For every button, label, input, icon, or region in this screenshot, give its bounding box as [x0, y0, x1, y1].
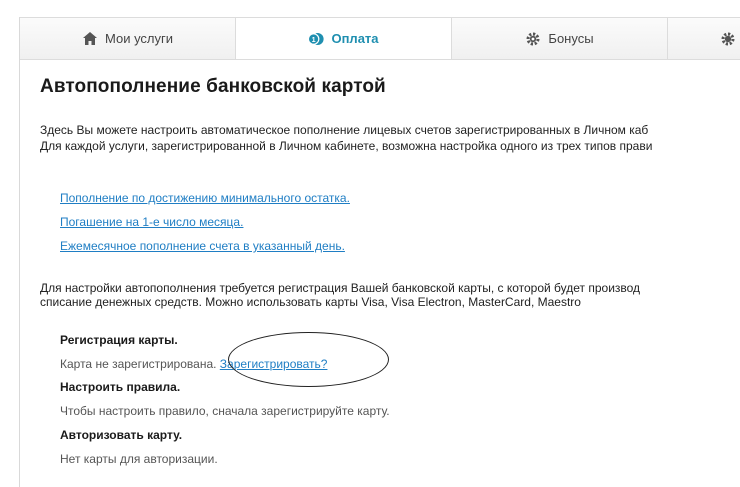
rules-text: Чтобы настроить правило, сначала зарегис…	[60, 404, 390, 418]
link-min-balance[interactable]: Пополнение по достижению минимального ос…	[60, 191, 350, 205]
authorize-text: Нет карты для авторизации.	[60, 452, 218, 466]
content-border	[19, 17, 20, 487]
intro-text-line2: Для каждой услуги, зарегистрированной в …	[40, 139, 653, 153]
gear-icon	[720, 31, 736, 47]
registration-heading: Регистрация карты.	[60, 333, 178, 347]
note-text-line2: списание денежных средств. Можно использ…	[40, 295, 581, 309]
gear-icon	[525, 31, 541, 47]
link-monthly-day[interactable]: Ежемесячное пополнение счета в указанный…	[60, 239, 345, 253]
registration-row: Карта не зарегистрирована. Зарегистриров…	[60, 357, 327, 371]
tab-label: Мои услуги	[104, 31, 174, 46]
link-first-day[interactable]: Погашение на 1-е число месяца.	[60, 215, 243, 229]
intro-text-line1: Здесь Вы можете настроить автоматическое…	[40, 123, 649, 137]
tab-my-services[interactable]: Мои услуги	[20, 18, 236, 59]
registration-status: Карта не зарегистрирована.	[60, 357, 217, 371]
tab-label: Оплата	[331, 31, 379, 46]
tab-bar: Мои услуги 1 Оплата Бонусы	[20, 17, 740, 60]
tab-label: Бонусы	[548, 31, 594, 46]
tab-bonuses[interactable]: Бонусы	[452, 18, 668, 59]
page-title: Автопополнение банковской картой	[40, 76, 386, 97]
tab-more[interactable]	[668, 18, 740, 59]
home-icon	[82, 31, 98, 47]
register-card-link[interactable]: Зарегистрировать?	[220, 357, 328, 371]
authorize-heading: Авторизовать карту.	[60, 428, 183, 442]
svg-text:1: 1	[312, 34, 316, 43]
tab-payment[interactable]: 1 Оплата	[236, 18, 452, 59]
rules-heading: Настроить правила.	[60, 380, 181, 394]
payment-icon: 1	[308, 31, 325, 47]
